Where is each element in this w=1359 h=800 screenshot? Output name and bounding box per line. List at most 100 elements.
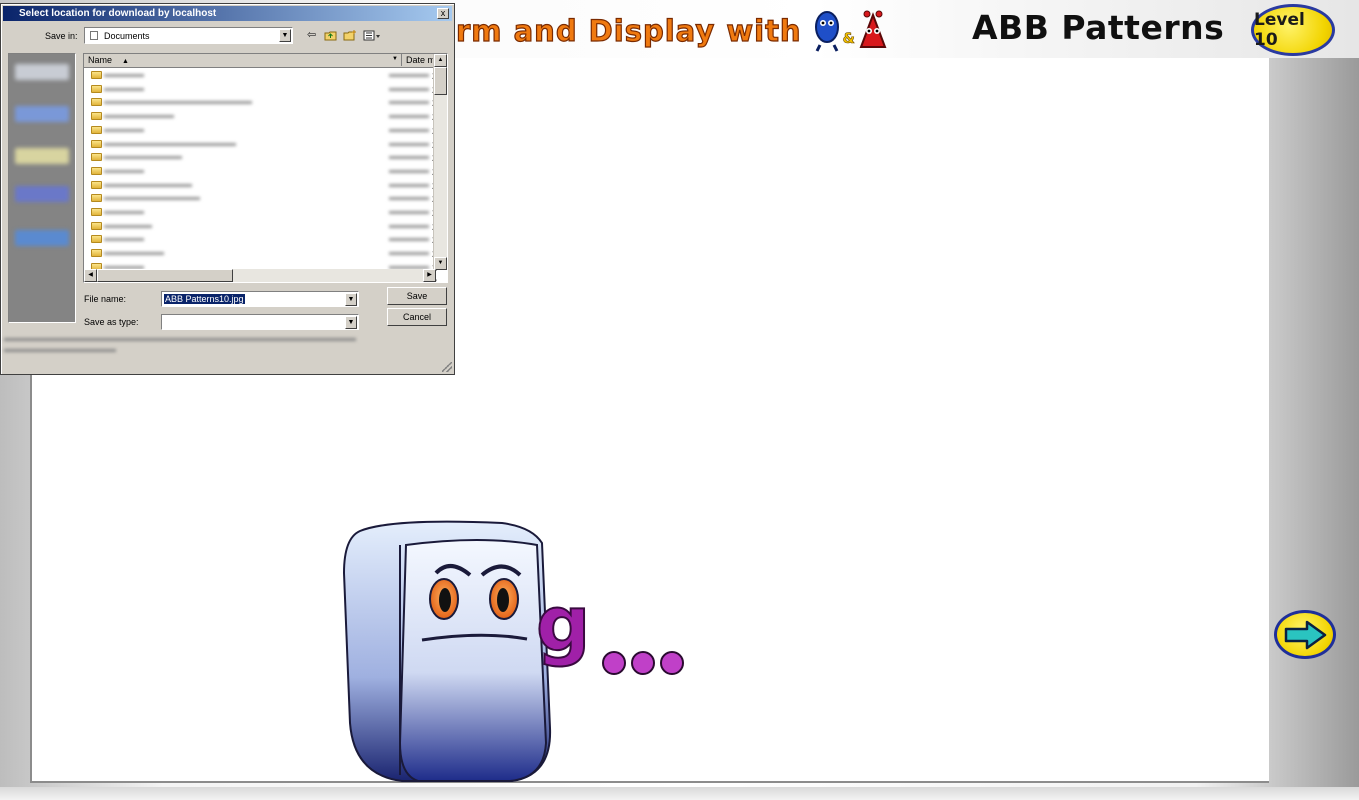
scroll-thumb[interactable]: [434, 67, 447, 95]
list-item[interactable]: 2: [84, 179, 437, 192]
chevron-down-icon[interactable]: ▼: [345, 316, 357, 329]
places-item-blurred[interactable]: [15, 64, 69, 80]
document-icon: [90, 31, 98, 40]
save-in-select[interactable]: Documents ▼: [84, 27, 293, 44]
file-date-blurred: [389, 87, 429, 91]
list-item[interactable]: 2: [84, 206, 437, 219]
places-item-blurred[interactable]: [15, 230, 69, 246]
chevron-down-icon: ▼: [392, 56, 398, 62]
scroll-thumb[interactable]: [97, 269, 233, 282]
resize-grip[interactable]: [442, 362, 452, 372]
file-date-blurred: [389, 197, 429, 201]
folder-icon: [91, 84, 102, 93]
folder-icon: [91, 125, 102, 134]
file-name-blurred: [104, 211, 144, 214]
blue-mascot-icon: [814, 11, 839, 52]
file-name-label: File name:: [84, 294, 127, 304]
file-date-blurred: [389, 252, 429, 256]
bottom-edge: [0, 787, 1359, 800]
list-item[interactable]: 2: [84, 83, 437, 96]
list-item[interactable]: 2: [84, 151, 437, 164]
file-date-blurred: [389, 142, 429, 146]
folder-icon: [91, 153, 102, 162]
save-as-type-label: Save as type:: [84, 317, 139, 327]
file-date-blurred: [389, 169, 429, 173]
file-list[interactable]: Name▲ Date m ▼ 22222222222222222 ▲ ▼ ◀ ▶: [83, 53, 448, 283]
app-window: rm and Display with & ABB Patterns Level…: [0, 0, 1359, 800]
list-item[interactable]: 2: [84, 192, 437, 205]
column-date[interactable]: Date m: [402, 54, 436, 66]
fridge-character-icon: [342, 520, 684, 782]
scroll-left-icon[interactable]: ◀: [84, 269, 97, 282]
banner-amp: &: [842, 31, 856, 48]
scroll-up-icon[interactable]: ▲: [434, 54, 447, 67]
file-name-input[interactable]: ABB Patterns10.jpg ▼: [161, 291, 359, 307]
red-mascot-icon: [859, 10, 887, 48]
cancel-button[interactable]: Cancel: [387, 308, 447, 326]
new-folder-icon[interactable]: [343, 30, 356, 41]
file-name-blurred: [104, 197, 200, 201]
places-item-blurred[interactable]: [15, 106, 69, 122]
list-item[interactable]: 2: [84, 110, 437, 123]
save-as-type-select[interactable]: ▼: [161, 314, 359, 330]
file-date-blurred: [389, 74, 429, 77]
folder-icon: [91, 71, 102, 79]
file-name-blurred: [104, 169, 144, 173]
list-item[interactable]: 2: [84, 69, 437, 82]
save-in-label: Save in:: [45, 31, 78, 41]
file-name-blurred: [104, 142, 236, 146]
folder-icon: [91, 139, 102, 148]
column-name-label: Name: [88, 55, 113, 65]
file-date-blurred: [389, 183, 429, 187]
dialog-titlebar[interactable]: Select location for download by localhos…: [3, 6, 452, 21]
folder-icon: [91, 221, 102, 230]
banner-text: rm and Display with: [455, 13, 802, 48]
list-item[interactable]: 2: [84, 220, 437, 233]
level-badge: Level 10: [1251, 4, 1335, 56]
file-date-blurred: [389, 128, 429, 132]
places-item-blurred[interactable]: [15, 186, 69, 202]
list-item[interactable]: 2: [84, 165, 437, 178]
status-text-blurred: [4, 349, 116, 352]
list-item[interactable]: 2: [84, 233, 437, 246]
list-item[interactable]: 2: [84, 96, 437, 109]
save-dialog: Select location for download by localhos…: [0, 3, 455, 375]
back-icon[interactable]: ⇦: [307, 29, 316, 41]
file-list-header: Name ▲ Date m ▼: [84, 54, 436, 68]
status-text-blurred: [4, 338, 356, 341]
list-item[interactable]: 2: [84, 124, 437, 137]
file-name-blurred: [104, 115, 174, 119]
save-button[interactable]: Save: [387, 287, 447, 305]
horizontal-scrollbar[interactable]: ◀ ▶: [84, 269, 436, 282]
column-date-label: Date m: [406, 55, 436, 65]
dialog-title: Select location for download by localhos…: [19, 8, 217, 19]
folder-icon: [91, 249, 102, 258]
chevron-down-icon[interactable]: ▼: [345, 293, 357, 306]
letter-glyph: g: [535, 579, 591, 668]
file-name-blurred: [104, 252, 164, 256]
scroll-right-icon[interactable]: ▶: [423, 269, 436, 282]
folder-icon: [91, 235, 102, 244]
list-item[interactable]: 2: [84, 138, 437, 151]
column-name[interactable]: Name ▲: [84, 54, 402, 66]
vertical-scrollbar[interactable]: ▲ ▼: [433, 54, 447, 270]
chevron-down-icon[interactable]: ▼: [279, 29, 291, 42]
view-menu-icon[interactable]: [363, 30, 381, 41]
file-name-blurred: [104, 128, 144, 132]
right-arrow-icon: [1284, 620, 1327, 650]
next-button[interactable]: [1274, 610, 1336, 659]
file-name-value[interactable]: ABB Patterns10.jpg: [164, 294, 245, 304]
up-folder-icon[interactable]: [324, 30, 337, 41]
file-name-blurred: [104, 101, 252, 105]
file-date-blurred: [389, 101, 429, 105]
places-item-blurred[interactable]: [15, 148, 69, 164]
list-item[interactable]: 2: [84, 247, 437, 260]
sort-up-icon: ▲: [122, 58, 129, 65]
file-date-blurred: [389, 224, 429, 228]
file-name-blurred: [104, 224, 152, 228]
folder-icon: [91, 208, 102, 216]
folder-icon: [91, 112, 102, 121]
places-bar: [8, 53, 76, 323]
folder-icon: [91, 180, 102, 189]
close-button[interactable]: x: [437, 8, 449, 19]
